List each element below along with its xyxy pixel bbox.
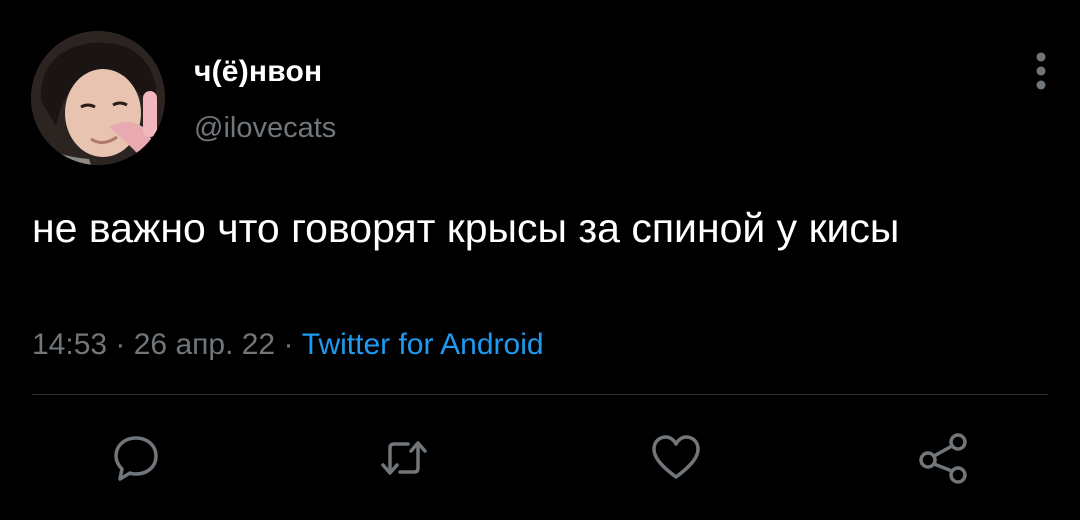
more-vertical-icon[interactable] xyxy=(1026,50,1056,92)
tweet-text: не важно что говорят крысы за спиной у к… xyxy=(32,205,900,251)
avatar[interactable] xyxy=(31,31,165,165)
retweet-icon xyxy=(381,441,427,475)
author-handle[interactable]: @ilovecats xyxy=(194,112,336,145)
tweet-card: ч(ё)нвон @ilovecats не важно что говорят… xyxy=(0,0,1080,520)
retweet-button[interactable] xyxy=(378,432,430,484)
author-display-name[interactable]: ч(ё)нвон xyxy=(194,55,322,89)
like-button[interactable] xyxy=(650,432,702,484)
like-icon xyxy=(652,435,700,479)
meta-separator: · xyxy=(107,328,134,361)
share-icon xyxy=(919,433,967,484)
avatar-photo xyxy=(31,31,165,165)
reply-button[interactable] xyxy=(110,432,162,484)
tweet-date: 26 апр. 22 xyxy=(133,328,276,361)
tweet-time: 14:53 xyxy=(32,328,108,361)
share-button[interactable] xyxy=(918,432,970,484)
meta-separator: · xyxy=(275,328,302,361)
tweet-meta: 14:53 · 26 апр. 22 · Twitter for Android xyxy=(32,328,544,362)
tweet-source-link[interactable]: Twitter for Android xyxy=(302,328,544,361)
reply-icon xyxy=(114,436,158,481)
divider xyxy=(32,394,1048,395)
